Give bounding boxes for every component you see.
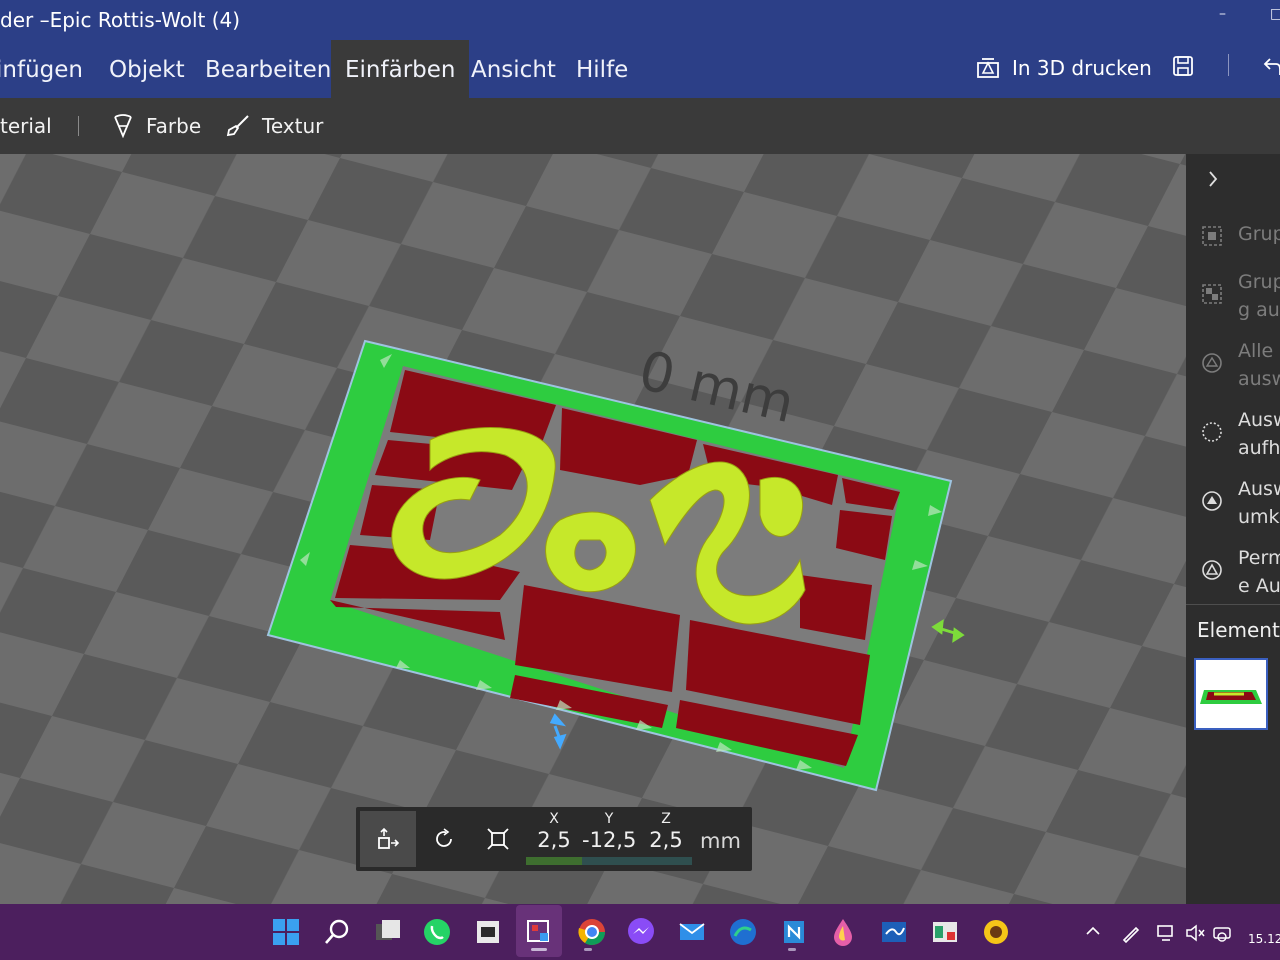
pen-icon[interactable] (1120, 922, 1142, 944)
menu-edit[interactable]: Bearbeiten (205, 40, 331, 98)
ungroup-icon (1202, 284, 1222, 304)
clock[interactable]: 15.12. (1248, 932, 1280, 946)
paint-bucket-icon (114, 114, 132, 138)
sunflower-icon[interactable] (980, 916, 1012, 948)
onenote-indicator (788, 948, 796, 951)
x-coordinate[interactable]: X 2,5 (534, 811, 574, 853)
y-value: -12,5 (582, 828, 637, 852)
photos-app-icon[interactable] (929, 916, 961, 948)
battery-icon[interactable] (1212, 922, 1234, 944)
permanent-selection-label: Perm e Au (1238, 547, 1280, 597)
material-button[interactable]: terial (0, 98, 52, 154)
save-icon[interactable] (1172, 55, 1194, 77)
viewport-3d[interactable]: 0 mm (0, 154, 1186, 904)
coord-input-bar (526, 857, 692, 865)
notepad-icon[interactable] (472, 916, 504, 948)
ungroup-label: Grup g au (1238, 271, 1280, 321)
onenote-icon[interactable] (778, 916, 810, 948)
ungroup-button[interactable]: Grup g au (1200, 268, 1280, 326)
window-title: der –Epic Rottis-Wolt (4) (0, 8, 241, 32)
network-icon[interactable] (1156, 922, 1178, 944)
toolbar: terial Farbe Textur (0, 98, 1280, 154)
windows-start-icon[interactable] (270, 916, 302, 948)
texture-label: Textur (262, 114, 324, 138)
texture-button[interactable]: Textur (226, 98, 323, 154)
task-view-icon[interactable] (372, 916, 404, 948)
material-label: terial (0, 114, 52, 138)
menu-object[interactable]: Objekt (109, 40, 185, 98)
menu-colorize[interactable]: Einfärben (331, 40, 470, 98)
undo-icon[interactable] (1262, 55, 1280, 77)
rotate-icon (436, 828, 452, 847)
menu-help[interactable]: Hilfe (576, 40, 628, 98)
y-coordinate[interactable]: Y -12,5 (582, 811, 636, 853)
select-all-label: Alle ausw (1238, 340, 1280, 390)
invert-selection-label: Ausw umke (1238, 478, 1280, 528)
edge-icon[interactable] (727, 916, 759, 948)
move-icon (378, 827, 400, 849)
x-label: X (549, 811, 559, 827)
invert-selection-button[interactable]: Ausw umke (1200, 475, 1280, 533)
deselect-button[interactable]: Ausw aufh (1200, 406, 1280, 464)
side-divider (1186, 604, 1280, 605)
transform-bar: X 2,5 Y -12,5 Z 2,5 mm (356, 807, 752, 871)
group-label: Grup (1238, 223, 1280, 245)
z-coordinate[interactable]: Z 2,5 (646, 811, 686, 853)
z-label: Z (661, 811, 671, 827)
messenger-icon[interactable] (625, 916, 657, 948)
permanent-selection-icon (1202, 560, 1222, 580)
thumbnail-preview (1200, 690, 1262, 704)
whatsapp-icon[interactable] (421, 916, 453, 948)
volume-muted-icon[interactable] (1184, 922, 1206, 944)
deselect-icon (1202, 422, 1222, 442)
rotate-tool-button[interactable] (416, 811, 472, 867)
chrome-icon[interactable] (576, 916, 608, 948)
select-all-icon (1202, 353, 1222, 373)
menu-separator (1228, 54, 1229, 76)
chrome-indicator (584, 948, 592, 951)
title-bar: der –Epic Rottis-Wolt (4) – □ (0, 0, 1280, 40)
search-icon[interactable] (321, 916, 353, 948)
active-app-indicator (531, 948, 547, 951)
permanent-selection-button[interactable]: Perm e Au (1200, 544, 1280, 602)
scene-canvas[interactable]: 0 mm (0, 154, 1186, 904)
mail-icon[interactable] (676, 916, 708, 948)
minimize-button[interactable]: – (1219, 6, 1226, 22)
z-value: 2,5 (649, 828, 683, 852)
elements-label: Elemente (1197, 618, 1280, 642)
print-3d-icon (977, 58, 999, 78)
chevron-up-icon[interactable] (1084, 922, 1102, 940)
menu-view[interactable]: Ansicht (471, 40, 556, 98)
paint-drop-icon[interactable] (827, 916, 859, 948)
color-button[interactable]: Farbe (112, 98, 201, 154)
maximize-button[interactable]: □ (1270, 6, 1280, 22)
3d-builder-icon[interactable] (523, 916, 555, 948)
select-all-button[interactable]: Alle ausw (1200, 337, 1280, 395)
scale-tool-button[interactable] (470, 811, 526, 867)
move-tool-button[interactable] (360, 811, 416, 867)
scale-icon (487, 828, 509, 850)
color-label: Farbe (146, 114, 202, 138)
invert-selection-icon (1202, 491, 1222, 511)
element-thumbnail[interactable] (1194, 658, 1268, 730)
y-label: Y (604, 811, 614, 827)
group-button[interactable]: Grup (1200, 220, 1280, 250)
x-value: 2,5 (537, 828, 571, 852)
toolbar-separator (78, 116, 79, 136)
menu-insert[interactable]: infügen (0, 40, 83, 98)
chevron-right-icon[interactable] (1205, 168, 1221, 190)
print-3d-button[interactable]: In 3D drucken (976, 52, 1152, 84)
brush-icon (226, 115, 249, 137)
deselect-label: Ausw aufh (1238, 409, 1280, 459)
print-3d-label: In 3D drucken (1012, 56, 1152, 80)
unit-label: mm (700, 829, 741, 853)
group-icon (1202, 226, 1222, 246)
whiteboard-icon[interactable] (878, 916, 910, 948)
